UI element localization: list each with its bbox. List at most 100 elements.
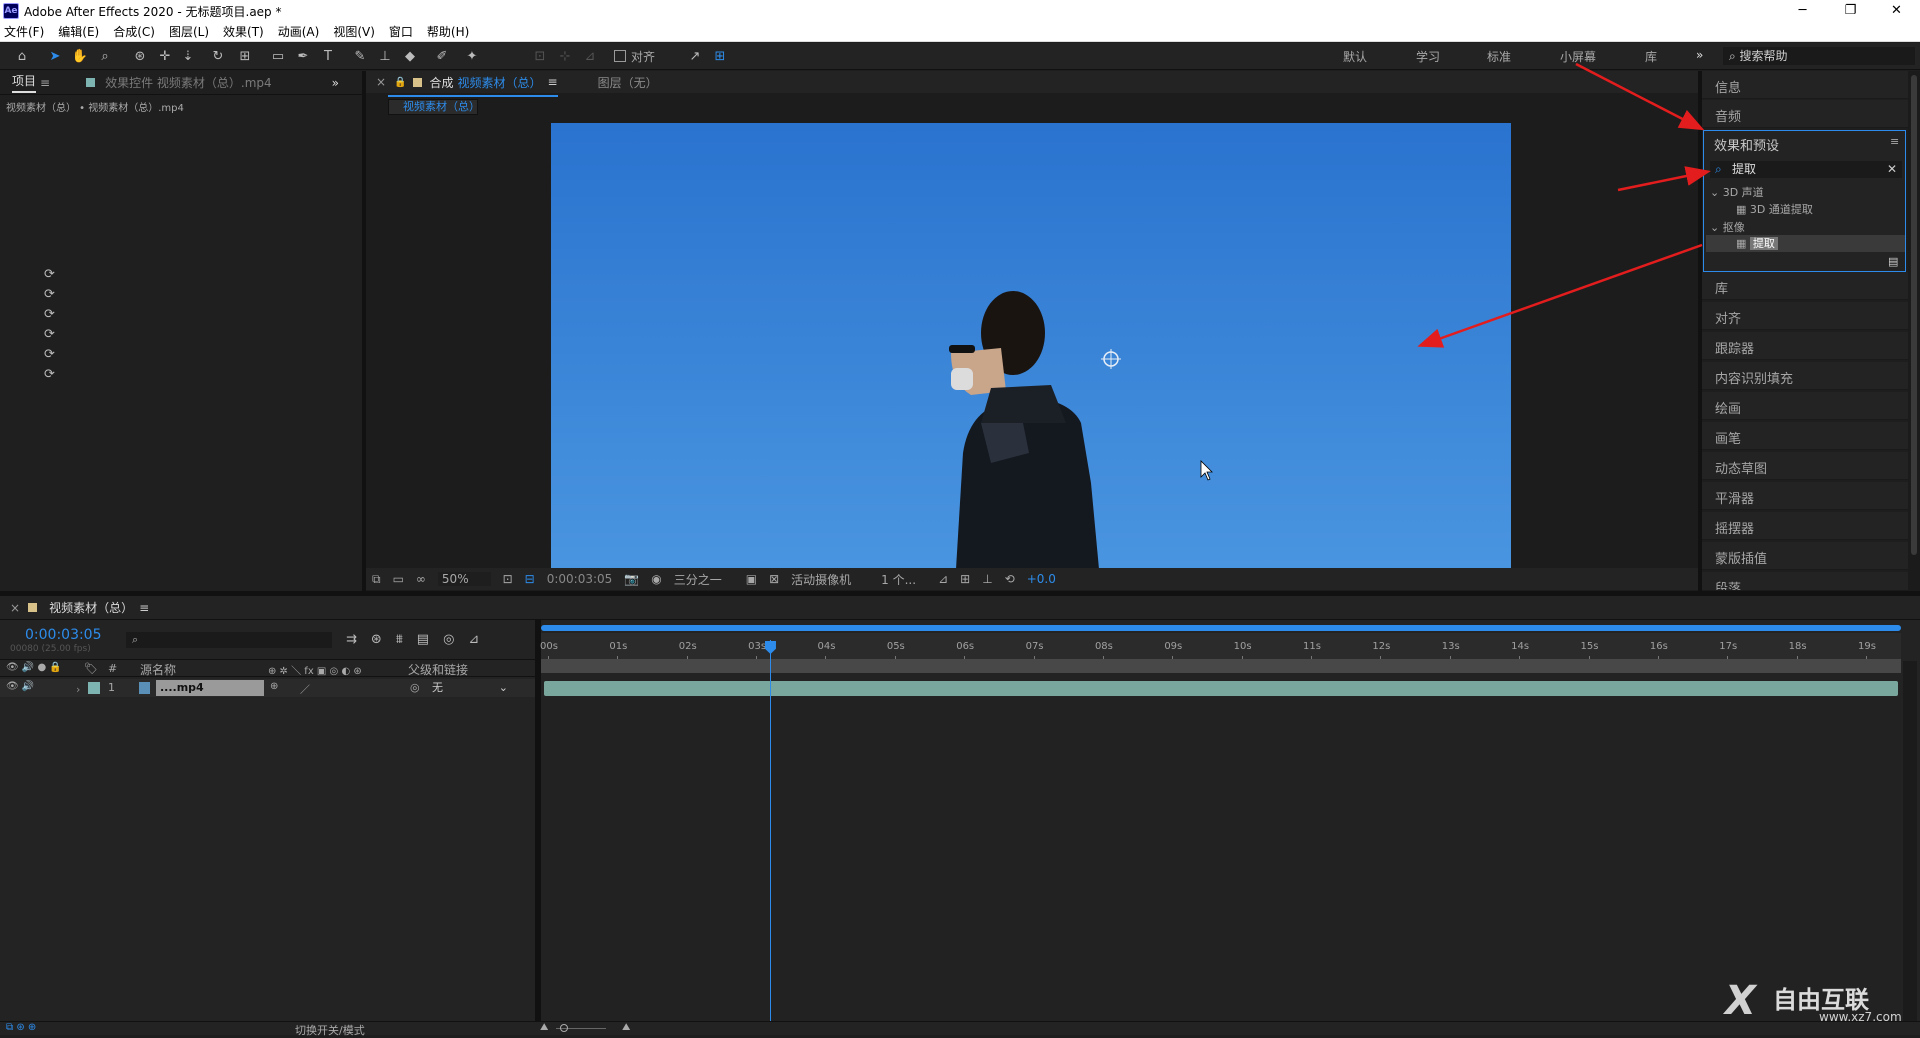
current-timecode[interactable]: 0:00:03:05 xyxy=(25,627,102,643)
hand-tool-icon[interactable]: ✋ xyxy=(70,47,90,67)
reset-icon[interactable]: ⟳ xyxy=(44,327,55,347)
exposure-value[interactable]: +0.0 xyxy=(1027,572,1056,586)
comp-tab-prefix[interactable]: 合成 xyxy=(430,74,454,91)
type-tool-icon[interactable]: T xyxy=(318,47,338,67)
zoom-tool-icon[interactable]: ⌕ xyxy=(95,47,115,67)
new-bin-icon[interactable]: ▤ xyxy=(1888,255,1898,268)
motion-blur-icon[interactable]: ◎ xyxy=(443,632,454,647)
project-menu-icon[interactable]: ≡ xyxy=(40,76,50,90)
minimize-button[interactable]: ─ xyxy=(1780,0,1825,22)
layer-name[interactable]: ....mp4 xyxy=(156,680,264,696)
snapshot-icon[interactable]: 📷 xyxy=(624,572,639,586)
zoom-out-icon[interactable]: ⛰ xyxy=(540,1022,548,1033)
pickwhip-icon[interactable]: ◎ xyxy=(410,681,420,694)
home-icon[interactable]: ⌂ xyxy=(12,47,32,67)
reset-icon[interactable]: ⟳ xyxy=(44,347,55,367)
workspace-small-screen[interactable]: 小屏幕 xyxy=(1560,48,1596,65)
menu-view[interactable]: 视图(V) xyxy=(333,23,375,40)
panel-mask-interpolation[interactable]: 蒙版插值 xyxy=(1702,542,1908,570)
grid-toggle-icon[interactable]: ⊠ xyxy=(769,572,779,586)
close-timeline-icon[interactable]: × xyxy=(10,601,20,615)
panel-paint[interactable]: 绘画 xyxy=(1702,392,1908,420)
monitor-icon[interactable]: ▭ xyxy=(393,572,404,586)
tab-timeline-comp[interactable]: 视频素材（总） xyxy=(49,599,133,616)
axis-local-icon[interactable]: ⊡ xyxy=(530,47,550,67)
panel-content-aware-fill[interactable]: 内容识别填充 xyxy=(1702,362,1908,390)
effects-menu-icon[interactable]: ≡ xyxy=(1890,135,1899,148)
workspace-standard[interactable]: 标准 xyxy=(1487,48,1511,65)
zoom-select[interactable]: 50% xyxy=(437,572,491,586)
collapse-switch-icon[interactable]: ⊕ xyxy=(270,681,278,692)
menu-composition[interactable]: 合成(C) xyxy=(113,23,155,40)
panel-align[interactable]: 对齐 xyxy=(1702,302,1908,330)
zoom-in-icon[interactable]: ⛰ xyxy=(622,1022,630,1033)
parent-select[interactable]: 无 ⌄ xyxy=(428,680,512,696)
viewer-frame[interactable] xyxy=(551,123,1511,569)
panel-library[interactable]: 库 xyxy=(1702,272,1908,300)
toggle-switches-modes[interactable]: 切换开关/模式 xyxy=(295,1022,365,1038)
panel-info[interactable]: 信息 xyxy=(1702,71,1908,99)
effects-search-input[interactable]: ⌕ 提取 ✕ xyxy=(1710,161,1902,178)
panel-audio[interactable]: 音频 xyxy=(1702,100,1908,128)
tab-effect-controls[interactable]: 效果控件 视频素材（总）.mp4 xyxy=(105,74,272,91)
menu-help[interactable]: 帮助(H) xyxy=(427,23,469,40)
close-button[interactable]: ✕ xyxy=(1874,0,1919,22)
graph-editor-icon[interactable]: ⊿ xyxy=(468,632,479,647)
reset-icon[interactable]: ⟳ xyxy=(44,287,55,307)
workspace-default[interactable]: 默认 xyxy=(1343,48,1367,65)
panel-tracker[interactable]: 跟踪器 xyxy=(1702,332,1908,360)
work-area-bar[interactable] xyxy=(541,625,1901,631)
roto-brush-icon[interactable]: ✐ xyxy=(432,47,452,67)
rectangle-tool-icon[interactable]: ▭ xyxy=(268,47,288,67)
views-select[interactable]: 1 个... xyxy=(881,571,926,588)
tab-layer[interactable]: 图层（无） xyxy=(598,74,658,91)
menu-effect[interactable]: 效果(T) xyxy=(223,23,264,40)
tree-group-keying[interactable]: ⌄ 抠像 xyxy=(1710,219,1745,235)
resolution-select[interactable]: 三分之一 xyxy=(674,571,734,588)
col-source-name[interactable]: 源名称 xyxy=(140,661,176,678)
timeline-toggle-icon[interactable]: ⊞ xyxy=(960,572,970,586)
reset-icon[interactable]: ⟳ xyxy=(44,307,55,327)
axis-view-icon[interactable]: ⊿ xyxy=(580,47,600,67)
mask-icon[interactable]: ∞ xyxy=(416,572,426,586)
fit-icon[interactable]: ⊡ xyxy=(503,572,513,586)
eraser-tool-icon[interactable]: ◆ xyxy=(400,47,420,67)
tree-item-extract[interactable]: ▦ 提取 xyxy=(1706,235,1905,252)
tab-composition[interactable]: 视频素材（总） xyxy=(458,74,542,91)
menu-animation[interactable]: 动画(A) xyxy=(278,23,320,40)
expand-layer-icon[interactable]: › xyxy=(76,683,80,696)
composition-mini-flow-icon[interactable]: ⇉ xyxy=(346,632,357,647)
zoom-slider-thumb[interactable] xyxy=(560,1024,568,1032)
orbit-camera-icon[interactable]: ⊛ xyxy=(130,47,150,67)
draft-3d-icon[interactable]: ⊛ xyxy=(371,632,382,647)
menu-edit[interactable]: 编辑(E) xyxy=(58,23,99,40)
pen-tool-icon[interactable]: ✒ xyxy=(293,47,313,67)
timeline-menu-icon[interactable]: ≡ xyxy=(139,601,149,615)
snap-checkbox[interactable] xyxy=(614,50,626,62)
clear-search-icon[interactable]: ✕ xyxy=(1887,161,1897,178)
comp-menu-icon[interactable]: ≡ xyxy=(548,75,558,89)
shy-icon[interactable]: ⩩ xyxy=(396,632,403,647)
tab-project[interactable]: 项目 xyxy=(12,72,37,93)
reset-icon[interactable]: ⟳ xyxy=(44,267,55,287)
menu-file[interactable]: 文件(F) xyxy=(4,23,44,40)
tree-group-3d-channel[interactable]: ⌄ 3D 声道 xyxy=(1710,184,1764,200)
workspace-more-icon[interactable]: » xyxy=(1696,48,1703,62)
visibility-icon[interactable]: 👁 🔊 xyxy=(6,681,34,692)
pan-camera-icon[interactable]: ✛ xyxy=(155,47,175,67)
restore-button[interactable]: ❐ xyxy=(1828,0,1873,22)
flowchart-icon[interactable]: ⊥ xyxy=(982,572,992,586)
menu-window[interactable]: 窗口 xyxy=(389,23,413,40)
tree-item-3d-channel-extract[interactable]: ▦ 3D 通道提取 xyxy=(1736,201,1813,217)
workspace-library[interactable]: 库 xyxy=(1645,48,1657,65)
camera-select[interactable]: 活动摄像机 xyxy=(791,571,869,588)
clone-stamp-icon[interactable]: ⊥ xyxy=(375,47,395,67)
quality-switch-icon[interactable]: ／ xyxy=(300,681,310,696)
panel-motion-sketch[interactable]: 动态草图 xyxy=(1702,452,1908,480)
workspace-learn[interactable]: 学习 xyxy=(1416,48,1440,65)
time-ruler[interactable] xyxy=(541,633,1901,659)
timeline-search-input[interactable]: ⌕ xyxy=(126,632,332,648)
always-preview-icon[interactable]: ⧉ xyxy=(372,572,381,587)
comp-flow-chip[interactable]: 视频素材（总） xyxy=(388,99,480,115)
menu-layer[interactable]: 图层(L) xyxy=(169,23,209,40)
